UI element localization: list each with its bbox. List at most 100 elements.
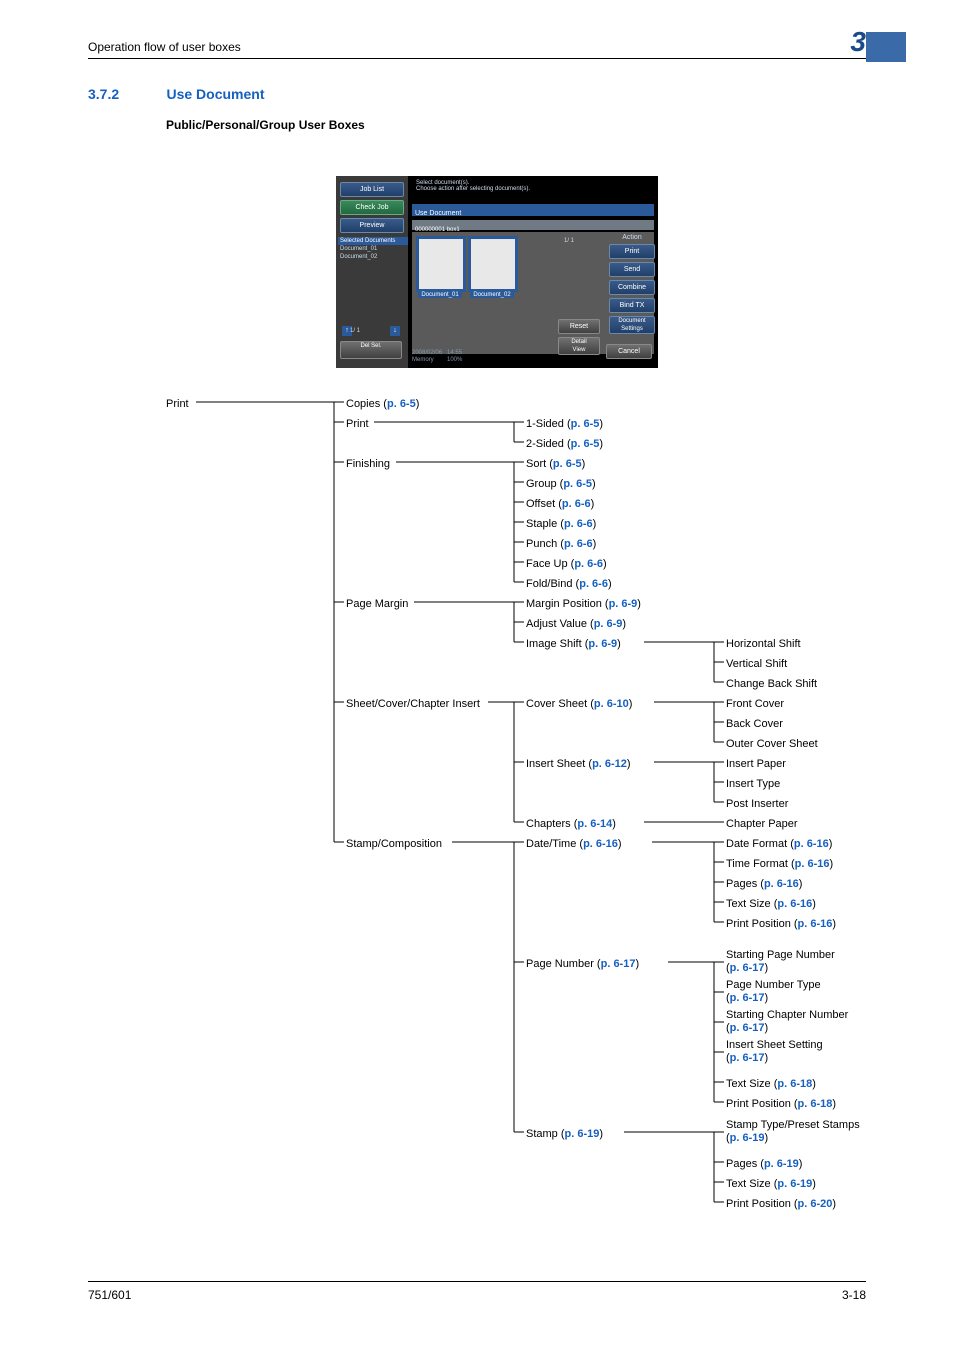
send-button[interactable]: Send	[609, 262, 655, 277]
page-ref-link[interactable]: p. 6-20	[798, 1198, 833, 1210]
tree-item: Page Number Type(p. 6-17)	[726, 979, 821, 1005]
del-sel-button[interactable]: Del Sel.	[340, 341, 402, 359]
page-ref-link[interactable]: p. 6-16	[583, 838, 618, 850]
tree-item: Stamp Type/Preset Stamps(p. 6-19)	[726, 1119, 860, 1145]
page-ref-link[interactable]: p. 6-16	[764, 878, 799, 890]
page-ref-link[interactable]: p. 6-6	[579, 578, 608, 590]
page-ref-link[interactable]: p. 6-17	[730, 1052, 765, 1064]
page-ref-link[interactable]: p. 6-5	[571, 438, 600, 450]
tree-item: Staple (p. 6-6)	[526, 514, 596, 534]
screenshot-tabbar: Use Document	[412, 204, 654, 216]
tab-use-document[interactable]: Use Document	[415, 210, 461, 217]
detail-view-button[interactable]: Detail View	[558, 337, 600, 355]
page-ref-link[interactable]: p. 6-17	[730, 992, 765, 1004]
preview-button[interactable]: Preview	[340, 218, 404, 233]
tree-item: Starting Page Number(p. 6-17)	[726, 949, 835, 975]
tree-item: Post Inserter	[726, 794, 788, 814]
tree-item: Insert Sheet (p. 6-12)	[526, 754, 631, 774]
tree-item: Date Format (p. 6-16)	[726, 834, 832, 854]
page-ref-link[interactable]: p. 6-19	[730, 1132, 765, 1144]
tree-item: Text Size (p. 6-18)	[726, 1074, 816, 1094]
tree-item: Sheet/Cover/Chapter Insert	[346, 694, 480, 714]
footer-model: 751/601	[88, 1288, 131, 1302]
footer-page-number: 3-18	[842, 1288, 866, 1302]
job-list-button[interactable]: Job List	[340, 182, 404, 197]
page-ref-link[interactable]: p. 6-19	[565, 1128, 600, 1140]
tree-item: Starting Chapter Number(p. 6-17)	[726, 1009, 848, 1035]
page-ref-link[interactable]: p. 6-16	[795, 858, 830, 870]
doc-thumb-2[interactable]	[470, 238, 516, 290]
page-ref-link[interactable]: p. 6-6	[562, 498, 591, 510]
page-ref-link[interactable]: p. 6-17	[601, 958, 636, 970]
tree-item: Print Position (p. 6-18)	[726, 1094, 836, 1114]
action-label: Action	[608, 234, 656, 241]
page-ref-link[interactable]: p. 6-9	[594, 618, 623, 630]
tree-item: Insert Type	[726, 774, 780, 794]
tree-item: Vertical Shift	[726, 654, 787, 674]
page-ref-link[interactable]: p. 6-16	[798, 918, 833, 930]
tree-item: Chapters (p. 6-14)	[526, 814, 616, 834]
tree-item: Insert Paper	[726, 754, 786, 774]
doc-thumb-label: Document_01	[418, 292, 462, 298]
page-ref-link[interactable]: p. 6-9	[609, 598, 638, 610]
page-ref-link[interactable]: p. 6-10	[594, 698, 629, 710]
tree-item: Offset (p. 6-6)	[526, 494, 594, 514]
page-ref-link[interactable]: p. 6-14	[577, 818, 612, 830]
tree-item: Chapter Paper	[726, 814, 798, 834]
tree-item: Sort (p. 6-5)	[526, 454, 585, 474]
screenshot-sidepanel: Job List Check Job Preview Selected Docu…	[336, 176, 408, 368]
cancel-button[interactable]: Cancel	[606, 344, 652, 359]
reset-button[interactable]: Reset	[558, 319, 600, 334]
page-ref-link[interactable]: p. 6-6	[564, 538, 593, 550]
sidepanel-page: 1/ 1	[350, 328, 360, 334]
combine-button[interactable]: Combine	[609, 280, 655, 295]
page-footer: 751/601 3-18	[88, 1281, 866, 1302]
breadcrumb: Operation flow of user boxes	[88, 40, 241, 54]
section-subheading: Public/Personal/Group User Boxes	[166, 118, 365, 132]
page-ref-link[interactable]: p. 6-6	[574, 558, 603, 570]
box-path-bar: 000000001 box1	[412, 220, 654, 230]
tree-item: Stamp (p. 6-19)	[526, 1124, 603, 1144]
scroll-down-icon[interactable]: ↓	[390, 326, 400, 336]
check-job-button[interactable]: Check Job	[340, 200, 404, 215]
doc-thumb-1[interactable]	[418, 238, 464, 290]
tree-item: Copies (p. 6-5)	[346, 394, 419, 414]
page-ref-link[interactable]: p. 6-6	[564, 518, 593, 530]
tree-item: Pages (p. 6-16)	[726, 874, 802, 894]
selected-doc: Document_02	[336, 253, 408, 261]
page-ref-link[interactable]: p. 6-5	[563, 478, 592, 490]
chapter-color-bar	[866, 32, 906, 62]
page-ref-link[interactable]: p. 6-18	[798, 1098, 833, 1110]
page-ref-link[interactable]: p. 6-5	[387, 398, 416, 410]
doc-settings-button[interactable]: Document Settings	[609, 316, 655, 334]
tree-item: Date/Time (p. 6-16)	[526, 834, 622, 854]
tree-item: Page Margin	[346, 594, 408, 614]
section-number: 3.7.2	[88, 86, 119, 102]
page-ref-link[interactable]: p. 6-17	[730, 1022, 765, 1034]
tree-root: Print	[166, 394, 189, 414]
page-ref-link[interactable]: p. 6-16	[777, 898, 812, 910]
page-ref-link[interactable]: p. 6-5	[553, 458, 582, 470]
page-ref-link[interactable]: p. 6-9	[588, 638, 617, 650]
tree-item: Fold/Bind (p. 6-6)	[526, 574, 612, 594]
page-ref-link[interactable]: p. 6-18	[777, 1078, 812, 1090]
page-ref-link[interactable]: p. 6-19	[777, 1178, 812, 1190]
selected-doc: Document_01	[336, 245, 408, 253]
page-ref-link[interactable]: p. 6-12	[592, 758, 627, 770]
section-title: Use Document	[166, 86, 264, 102]
page-indicator: 1/ 1	[564, 238, 574, 244]
tree-item: Group (p. 6-5)	[526, 474, 596, 494]
tree-item: Print Position (p. 6-16)	[726, 914, 836, 934]
print-button[interactable]: Print	[609, 244, 655, 259]
page-ref-link[interactable]: p. 6-19	[764, 1158, 799, 1170]
bind-tx-button[interactable]: Bind TX	[609, 298, 655, 313]
page-ref-link[interactable]: p. 6-5	[571, 418, 600, 430]
page-ref-link[interactable]: p. 6-17	[730, 962, 765, 974]
chapter-number: 3	[850, 26, 866, 58]
tree-item: Face Up (p. 6-6)	[526, 554, 607, 574]
page-ref-link[interactable]: p. 6-16	[794, 838, 829, 850]
tree-item: Image Shift (p. 6-9)	[526, 634, 621, 654]
screenshot-instruction: Select document(s). Choose action after …	[416, 180, 530, 192]
ui-screenshot: Job List Check Job Preview Selected Docu…	[336, 176, 658, 368]
tree-item: Finishing	[346, 454, 390, 474]
